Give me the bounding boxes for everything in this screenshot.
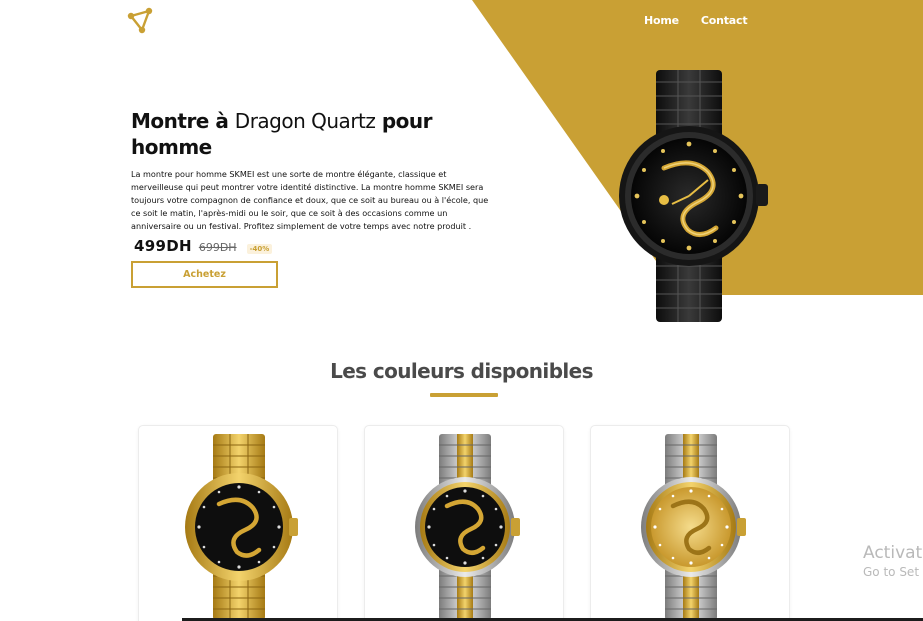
watermark-line-1: Activat <box>863 543 923 563</box>
watermark-line-2: Go to Set <box>863 565 920 579</box>
main-nav: Home Contact <box>644 14 748 27</box>
nav-link-home[interactable]: Home <box>644 14 679 27</box>
buy-button[interactable]: Achetez <box>131 261 278 288</box>
watch-silver-gold-gold-image <box>641 434 746 620</box>
logo-icon[interactable] <box>126 6 154 34</box>
color-card-silver-gold-black[interactable] <box>364 425 564 621</box>
product-page: Home Contact Montre à Dragon Quartz pour… <box>0 0 923 621</box>
product-description: La montre pour homme SKMEI est une sorte… <box>131 169 489 231</box>
old-price: 699DH <box>198 241 237 254</box>
discount-badge: -40% <box>246 244 273 254</box>
colors-section-title: Les couleurs disponibles <box>330 359 593 383</box>
product-title: Montre à Dragon Quartz pour homme <box>131 108 461 160</box>
hero-watch-image <box>619 70 768 322</box>
activation-watermark: Activat Go to Set <box>863 543 922 581</box>
title-part-2: Dragon Quartz <box>234 109 376 133</box>
price-row: 499DH 699DH -40% <box>134 237 273 255</box>
title-part-1: Montre à <box>131 109 235 133</box>
section-underline <box>430 393 498 397</box>
nav-link-contact[interactable]: Contact <box>701 14 748 27</box>
color-card-silver-gold-gold[interactable] <box>590 425 790 621</box>
current-price: 499DH <box>134 237 192 255</box>
watch-gold-black-image <box>185 434 298 620</box>
color-card-gold-black[interactable] <box>138 425 338 621</box>
watch-silver-gold-black-image <box>415 434 520 620</box>
